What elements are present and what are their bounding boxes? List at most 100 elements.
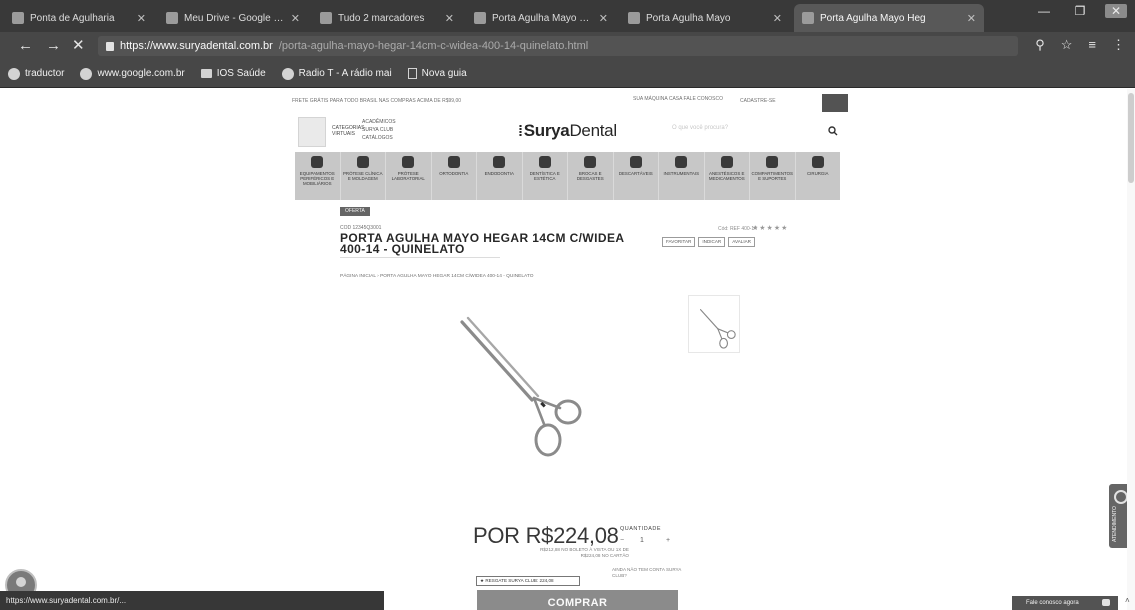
bookmark-ios-saude[interactable]: IOS Saúde: [200, 68, 266, 79]
bookmark-traductor[interactable]: traductor: [8, 67, 64, 80]
chat-button[interactable]: Fale conosco agora: [1012, 596, 1118, 610]
scalpel-icon: [811, 156, 824, 168]
star-icon[interactable]: ☆: [1061, 37, 1073, 53]
page-viewport: FRETE GRÁTIS PARA TODO BRASIL NAS COMPRA…: [0, 89, 1135, 610]
product-thumbnail[interactable]: [688, 295, 740, 353]
sub-link-surya-club[interactable]: SURYA CLUB: [362, 126, 396, 134]
quantity-decrease-button[interactable]: −: [620, 537, 624, 544]
address-bar[interactable]: https://www.suryadental.com.br/porta-agu…: [98, 36, 1018, 56]
tab-drive[interactable]: Meu Drive - Google Dri ✕: [158, 4, 308, 32]
category-brocas[interactable]: BROCAS E DESGASTES: [568, 152, 614, 200]
tab-porta-active[interactable]: Porta Agulha Mayo Heg ✕: [794, 4, 984, 32]
close-icon[interactable]: ✕: [137, 12, 146, 25]
menu-icon[interactable]: ⋮: [1112, 37, 1125, 53]
drill-icon: [584, 156, 597, 168]
close-window-icon[interactable]: ✕: [1105, 4, 1127, 18]
surya-club-redeem[interactable]: ★ RESGATE SURYA CLUB: 224,08: [476, 576, 580, 586]
title-divider: [340, 257, 500, 258]
instruments-icon: [675, 156, 688, 168]
minimize-icon[interactable]: —: [1033, 4, 1055, 18]
logo-mark-icon: ⁞: [518, 123, 523, 140]
search-box[interactable]: O que você procura?: [672, 125, 842, 141]
maximize-icon[interactable]: ❐: [1069, 4, 1091, 18]
search-icon[interactable]: [828, 126, 838, 136]
category-endodontia[interactable]: ENDODONTIA: [477, 152, 523, 200]
google-icon: [628, 12, 640, 24]
google-icon: [8, 67, 20, 80]
chevron-up-icon[interactable]: ˄: [1125, 596, 1130, 605]
close-icon[interactable]: ✕: [967, 12, 976, 25]
close-icon[interactable]: ✕: [599, 12, 608, 25]
close-icon[interactable]: ✕: [291, 12, 300, 25]
tab-marcadores[interactable]: Tudo 2 marcadores ✕: [312, 4, 462, 32]
stop-icon[interactable]: ✕: [72, 37, 85, 55]
close-icon[interactable]: ✕: [773, 12, 782, 25]
store-topline: FRETE GRÁTIS PARA TODO BRASIL NAS COMPRA…: [292, 94, 852, 112]
category-compartimentos[interactable]: COMPARTIMENTOS E SUPORTES: [750, 152, 796, 200]
search-input[interactable]: O que você procura?: [672, 125, 728, 131]
bookmarks-bar: traductor www.google.com.br IOS Saúde Ra…: [0, 60, 1135, 88]
tab-title: Porta Agulha Mayo: [646, 12, 731, 24]
catalog-thumbnail[interactable]: [298, 117, 326, 147]
extension-icon[interactable]: ≡: [1088, 37, 1096, 53]
site-icon: [474, 12, 486, 24]
account-link[interactable]: CADASTRE-SE: [740, 98, 776, 104]
help-link[interactable]: SUA MÁQUINA CASA FALE CONOSCO: [630, 96, 726, 102]
root-icon: [493, 156, 506, 168]
category-descartaveis[interactable]: DESCARTÁVEIS: [614, 152, 659, 200]
scrollbar-thumb[interactable]: [1128, 93, 1134, 183]
sub-link-academicos[interactable]: ACADÊMICOS: [362, 118, 396, 126]
forward-icon[interactable]: →: [46, 37, 61, 55]
product-image[interactable]: [440, 304, 590, 464]
window-controls: — ❐ ✕: [1033, 4, 1127, 18]
lock-icon: [106, 41, 114, 51]
back-icon[interactable]: ←: [18, 37, 33, 55]
free-shipping-banner: FRETE GRÁTIS PARA TODO BRASIL NAS COMPRA…: [292, 98, 462, 104]
cart-icon[interactable]: [822, 94, 848, 112]
category-instrumentais[interactable]: INSTRUMENTAIS: [659, 152, 705, 200]
browser-toolbar: ← → ✕ https://www.suryadental.com.br/por…: [0, 32, 1135, 60]
store-logo[interactable]: ⁞SuryaDental: [518, 121, 617, 141]
quantity-stepper: − 1 +: [614, 536, 676, 548]
category-protese-laboratorial[interactable]: PRÓTESE LABORATORIAL: [386, 152, 432, 200]
chat-bubble-icon: [1102, 599, 1110, 606]
quantity-increase-button[interactable]: +: [666, 537, 670, 544]
category-dentistica[interactable]: DENTÍSTICA E ESTÉTICA: [523, 152, 568, 200]
category-equipamentos[interactable]: EQUIPAMENTOS PERIFÉRICOS E MOBILIÁRIOS: [295, 152, 341, 200]
page-scrollbar[interactable]: [1127, 89, 1135, 610]
category-ortodontia[interactable]: ORTODONTIA: [432, 152, 477, 200]
virtual-categories-label[interactable]: CATEGORIAS VIRTUAIS: [332, 125, 364, 137]
tab-porta-2[interactable]: Porta Agulha Mayo ✕: [620, 4, 790, 32]
tab-title: Porta Agulha Mayo Heg: [820, 12, 926, 24]
category-cirurgia[interactable]: CIRURGIA: [796, 152, 841, 200]
rating-stars[interactable]: ★★★★★: [752, 224, 788, 232]
page-icon: [407, 68, 417, 79]
tooth-icon: [356, 156, 369, 168]
bookmark-google[interactable]: www.google.com.br: [80, 67, 185, 80]
favorite-button[interactable]: FAVORITAR: [662, 237, 696, 247]
quantity-label: QUANTIDADE: [620, 526, 662, 532]
product-price: POR R$224,08: [473, 523, 619, 548]
sub-link-catalogos[interactable]: CATÁLOGOS: [362, 134, 396, 142]
close-icon[interactable]: ✕: [445, 12, 454, 25]
url-path: /porta-agulha-mayo-hegar-14cm-c-widea-40…: [278, 40, 589, 52]
tab-porta-1[interactable]: Porta Agulha Mayo Heg ✕: [466, 4, 616, 32]
category-anestesicos[interactable]: ANESTÉSICOS E MEDICAMENTOS: [705, 152, 750, 200]
tab-ponta[interactable]: Ponta de Agulharia ✕: [4, 4, 154, 32]
toolbar-actions: ⚲ ☆ ≡ ⋮: [1035, 37, 1125, 53]
bookmark-radio[interactable]: Radio T - A rádio mai: [281, 67, 392, 80]
product-title: PORTA AGULHA MAYO HEGAR 14CM C/WIDEA 400…: [340, 231, 624, 256]
category-protese-clinica[interactable]: PRÓTESE CLÍNICA E MOLDAGEM: [341, 152, 386, 200]
tab-title: Meu Drive - Google Dri: [184, 12, 285, 24]
quantity-input[interactable]: 1: [640, 537, 644, 544]
review-button[interactable]: AVALIAR: [728, 237, 755, 247]
surya-club-note[interactable]: AINDA NÃO TEM CONTA SURYA CLUB?: [612, 567, 682, 579]
tab-strip: Ponta de Agulharia ✕ Meu Drive - Google …: [0, 0, 1135, 32]
bookmark-nova-guia[interactable]: Nova guia: [407, 68, 467, 79]
url-host: https://www.suryadental.com.br: [120, 40, 273, 52]
share-button[interactable]: INDICAR: [698, 237, 726, 247]
zoom-icon[interactable]: ⚲: [1035, 37, 1045, 53]
product-actions: FAVORITAR INDICAR AVALIAR: [662, 237, 755, 247]
buy-button[interactable]: COMPRAR: [477, 590, 678, 610]
breadcrumb[interactable]: PÁGINA INICIAL › PORTA AGULHA MAYO HEGAR…: [340, 274, 533, 279]
